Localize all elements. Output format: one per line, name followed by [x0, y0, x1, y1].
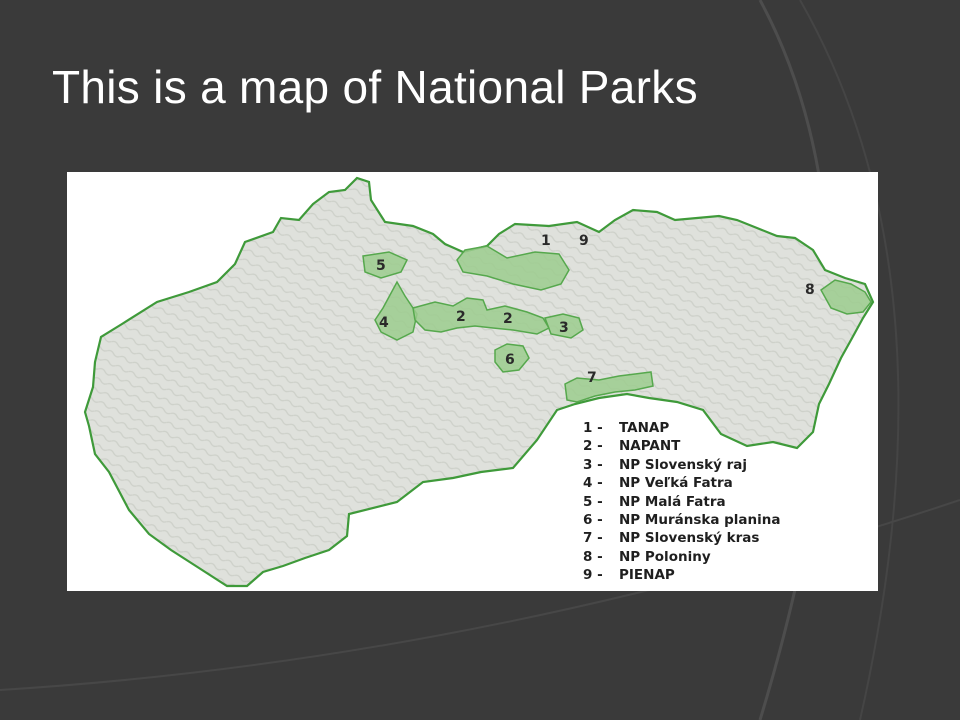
legend-row: 6 - NP Muránska planina: [583, 511, 873, 529]
park-label-6: 6: [505, 352, 515, 368]
legend-row: 9 - PIENAP: [583, 566, 873, 584]
legend-park-name: NP Malá Fatra: [619, 493, 726, 510]
legend-number: 4 -: [583, 475, 603, 492]
legend-row: 1 - TANAP: [583, 419, 873, 437]
park-label-4: 4: [379, 315, 389, 331]
legend-number: 3 -: [583, 456, 603, 473]
legend-row: 4 - NP Veľká Fatra: [583, 474, 873, 492]
legend-number: 9 -: [583, 567, 603, 584]
slide-title: This is a map of National Parks: [52, 61, 698, 113]
legend-number: 1 -: [583, 420, 603, 436]
legend-number: 6 -: [583, 512, 603, 529]
legend-row: 2 - NAPANT: [583, 437, 873, 455]
park-label-9: 9: [579, 233, 589, 249]
park-label-2-east: 2: [503, 311, 513, 327]
map-legend: 1 - TANAP 2 - NAPANT 3 - NP Slovenský ra…: [583, 419, 873, 585]
legend-row: 7 - NP Slovenský kras: [583, 529, 873, 547]
legend-park-name: NAPANT: [619, 438, 681, 455]
legend-row: 8 - NP Poloniny: [583, 548, 873, 566]
legend-row: 3 - NP Slovenský raj: [583, 456, 873, 474]
park-label-7: 7: [587, 370, 597, 386]
park-label-2-west: 2: [456, 309, 466, 325]
legend-park-name: NP Slovenský raj: [619, 456, 747, 473]
park-label-5: 5: [376, 258, 386, 274]
national-parks-map: 1 2 2 3 4 5 6 7 8 9 1 - TANAP 2 - NAPANT…: [67, 172, 878, 591]
legend-park-name: PIENAP: [619, 567, 675, 584]
legend-number: 5 -: [583, 493, 603, 510]
legend-park-name: NP Slovenský kras: [619, 530, 760, 547]
legend-number: 2 -: [583, 438, 603, 455]
park-label-3: 3: [559, 320, 569, 336]
legend-park-name: NP Veľká Fatra: [619, 475, 733, 492]
legend-number: 8 -: [583, 548, 603, 565]
park-label-1: 1: [541, 233, 551, 249]
legend-number: 7 -: [583, 530, 603, 547]
legend-row: 5 - NP Malá Fatra: [583, 493, 873, 511]
legend-park-name: TANAP: [619, 420, 670, 436]
legend-park-name: NP Muránska planina: [619, 512, 781, 529]
park-label-8: 8: [805, 282, 815, 298]
legend-park-name: NP Poloniny: [619, 548, 711, 565]
